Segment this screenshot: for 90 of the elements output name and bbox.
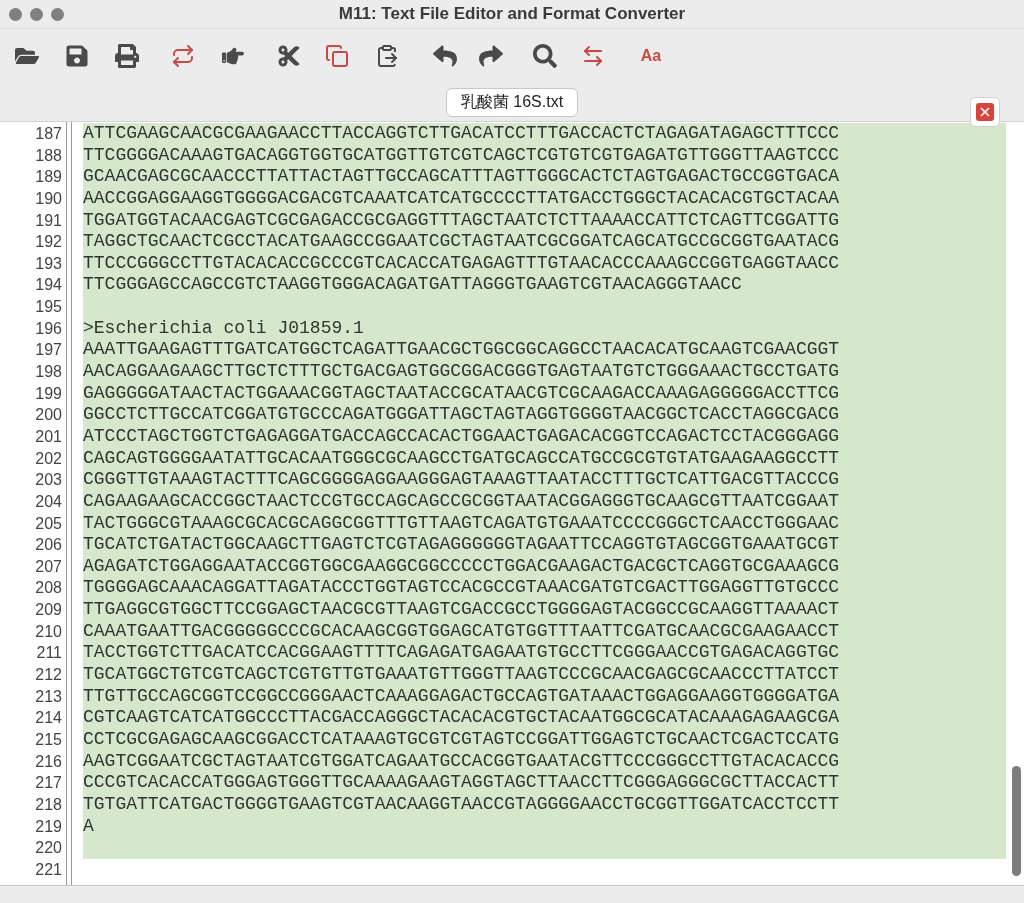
redo-icon <box>479 44 503 68</box>
line-number: 216 <box>34 751 63 772</box>
line-text: >Escherichia coli J01859.1 <box>83 317 364 340</box>
line-text: TGCATCTGATACTGGCAAGCTTGAGTCTCGTAGAGGGGGGTAGAATTCCAGGTGTAGCGGTGAAATGCGT <box>83 534 840 556</box>
cycle-arrows-icon <box>171 44 195 68</box>
line-number: 196 <box>34 318 63 339</box>
scrollbar-thumb[interactable] <box>1012 766 1021 876</box>
line-number: 215 <box>34 729 63 750</box>
line-number: 219 <box>34 816 63 837</box>
line-number: 199 <box>34 383 63 404</box>
line-text: CGTCAAGTCATCATGGCCCTTACGACCAGGGCTACACACGTGCTACAATGGCGCATACAAAGAGAAGCGA <box>83 707 840 729</box>
file-tab[interactable]: 乳酸菌 16S.txt <box>445 88 579 117</box>
line-text: AAGTCGGAATCGCTAGTAATCGTGGATCAGAATGCCACGGTGAATACGTTCCCGGGCCTTGTACACACCG <box>83 750 840 773</box>
line-number: 208 <box>34 578 63 599</box>
line-text: GAGGGGGATAACTACTGGAAACGGTAGCTAATACCGCATAACGTCGCAAGACCAAAGAGGGGGACCTTCG <box>83 382 840 405</box>
line-number: 189 <box>34 167 63 188</box>
line-text: AAATTGAAGAGTTTGATCATGGCTCAGATTGAACGCTGGCGGCAGGCCTAACACATGCAAGTCGAACGGT <box>83 339 840 362</box>
printer-icon <box>115 44 139 68</box>
line-number: 187 <box>34 124 63 144</box>
line-text: TTCCCGGGCCTTGTACACACCGCCCGTCACACCATGAGAGTTTGTAACACCCAAAGCCGGTGAGGTAACC <box>83 252 840 275</box>
line-text: CCCGTCACACCATGGGAGTGGGTTGCAAAAGAAGTAGGTAGCTTAACCTTCGGGAGGGCGCTTACCACTT <box>83 772 840 794</box>
line-text: GCAACGAGCGCAACCCTTATTACTAGTTGCCAGCATTTAGTTGGGCACTCTAGTGAGACTGCCGGTGACA <box>83 166 840 188</box>
line-text: TACCTGGTCTTGACATCCACGGAAGTTTTCAGAGATGAGAATGTGCCTTCGGGAACCGTGAGACAGGTGC <box>83 642 840 665</box>
line-number: 195 <box>34 297 63 318</box>
line-text: CAGCAGTGGGGAATATTGCACAATGGGCGCAAGCCTGATGCAGCCATGCCGCGTGTATGAAGAAGGCCTT <box>83 447 840 470</box>
line-text: ATTCGAAGCAACGCGAAGAACCTTACCAGGTCTTGACATCCTTTGACCACTCTAGAGATAGAGCTTTCCC <box>83 123 840 145</box>
line-number: 194 <box>34 275 63 296</box>
line-text: TGCATGGCTGTCGTCAGCTCGTGTTGTGAAATGTTGGGTTAAGTCCCGCAACGAGCGCAACCCTTATCCT <box>83 664 840 686</box>
line-number: 193 <box>34 253 63 274</box>
line-number: 212 <box>34 665 63 685</box>
line-number: 188 <box>34 145 63 166</box>
window-minimize-control[interactable] <box>30 7 43 21</box>
line-number: 201 <box>34 426 63 447</box>
line-text: TGTGATTCATGACTGGGGTGAAGTCGTAACAAGGTAACCGTAGGGGAACCTGCGGTTGGATCACCTCCTT <box>83 793 840 816</box>
line-number: 209 <box>34 600 63 621</box>
line-text: AGAGATCTGGAGGAATACCGGTGGCGAAGGCGGCCCCCTGGACGAAGACTGACGCTCAGGTGCGAAAGCG <box>83 555 840 578</box>
line-text: CCTCGCGAGAGCAAGCGGACCTCATAAAGTGCGTCGTAGTCCGGATTGGAGTCTGCAACTCGACTCCATG <box>83 728 840 751</box>
line-number: 198 <box>34 362 63 383</box>
line-text: CAGAAGAAGCACCGGCTAACTCCGTGCCAGCAGCCGCGGTAATACGGAGGGTGCAAGCGTTAATCGGAAT <box>83 490 840 513</box>
line-text: AACAGGAAGAAGCTTGCTCTTTGCTGACGAGTGGCGGACGGGTGAGTAATGTCTGGGAAACTGCCTGATG <box>83 361 840 383</box>
line-text: TGGATGGTACAACGAGTCGCGAGACCGCGAGGTTTAGCTAATCTCTTAAAACCATTCTCAGTTCGGATTG <box>83 209 840 232</box>
line-text: TTCGGGGACAAAGTGACAGGTGGTGCATGGTTGTCGTCAGCTCGTGTCGTGAGATGTTGGGTTAAGTCCC <box>83 144 840 167</box>
save-icon <box>65 44 89 68</box>
line-number: 200 <box>34 405 63 426</box>
line-text: ATCCCTAGCTGGTCTGAGAGGATGACCAGCCACACTGGAACTGAGACACGGTCCAGACTCCTACGGGAGG <box>83 425 840 448</box>
line-number: 202 <box>34 448 63 469</box>
line-number: 207 <box>34 556 63 577</box>
line-number: 192 <box>34 232 63 253</box>
line-number: 203 <box>34 470 63 491</box>
printer-button[interactable] <box>112 41 142 71</box>
search-icon <box>533 44 557 68</box>
line-number: 221 <box>34 859 63 880</box>
close-icon <box>976 103 994 121</box>
line-text: AACCGGAGGAAGGTGGGGACGACGTCAAATCATCATGCCCCTTATGACCTGGGCTACACACGTGCTACAA <box>83 187 840 210</box>
line-text: TTGAGGCGTGGCTTCCGGAGCTAACGCGTTAAGTCGACCGCCTGGGGAGTACGGCCGCAAGGTTAAAACT <box>83 599 840 621</box>
line-number: 190 <box>34 188 63 209</box>
line-number: 217 <box>34 773 63 794</box>
font-button[interactable]: Aa <box>636 41 666 71</box>
window-close-control[interactable] <box>9 7 22 21</box>
close-button[interactable] <box>970 97 1000 127</box>
line-number: 211 <box>35 643 63 664</box>
undo-icon <box>433 44 457 68</box>
line-text: CGGGTTGTAAAGTACTTTCAGCGGGGAGGAAGGGAGTAAAGTTAATACCTTTGCTCATTGACGTTACCCG <box>83 469 840 491</box>
line-text: TAGGCTGCAACTCGCCTACATGAAGCCGGAATCGCTAGTAATCGCGGATCAGCATGCCGCGGTGAATACG <box>83 231 840 253</box>
pointing-hand-icon <box>222 45 244 67</box>
line-number: 205 <box>34 513 63 534</box>
text-editor[interactable] <box>0 121 1024 885</box>
line-text: GGCCTCTTGCCATCGGATGTGCCCAGATGGGATTAGCTAGTAGGTGGGGTAACGGCTCACCTAGGCGACG <box>83 404 840 426</box>
line-number: 213 <box>34 686 63 707</box>
line-number: 204 <box>34 491 63 512</box>
scissors-icon <box>277 44 301 68</box>
window-title: M11: Text File Editor and Format Converter <box>338 4 686 24</box>
line-number: 206 <box>34 535 63 556</box>
line-text: TTGTTGCCAGCGGTCCGGCCGGGAACTCAAAGGAGACTGCCAGTGATAAACTGGAGGAAGGTGGGGATGA <box>83 685 840 708</box>
search-button[interactable] <box>530 41 560 71</box>
line-number: 191 <box>34 210 63 231</box>
paste-icon <box>375 44 399 68</box>
window-zoom-control[interactable] <box>51 7 64 21</box>
line-text: TTCGGGAGCCAGCCGTCTAAGGTGGGACAGATGATTAGGGTGAAGTCGTAACAGGGTAACC <box>83 274 742 297</box>
copy-icon <box>325 44 349 68</box>
line-text: A <box>83 815 94 838</box>
line-number: 214 <box>34 708 63 729</box>
line-number: 220 <box>34 838 63 859</box>
line-number: 210 <box>34 621 63 642</box>
line-text: TGGGGAGCAAACAGGATTAGATACCCTGGTAGTCCACGCCGTAAACGATGTCGACTTGGAGGTTGTGCCC <box>83 577 840 600</box>
swap-icon <box>581 44 605 68</box>
line-number: 197 <box>34 340 63 361</box>
line-number: 218 <box>34 794 63 815</box>
line-text: TACTGGGCGTAAAGCGCACGCAGGCGGTTTGTTAAGTCAGATGTGAAATCCCCGGGCTCAACCTGGGAAC <box>83 512 840 535</box>
line-text: CAAATGAATTGACGGGGGCCCGCACAAGCGGTGGAGCATGTGGTTTAATTCGATGCAACGCGAAGAACCT <box>83 620 840 643</box>
